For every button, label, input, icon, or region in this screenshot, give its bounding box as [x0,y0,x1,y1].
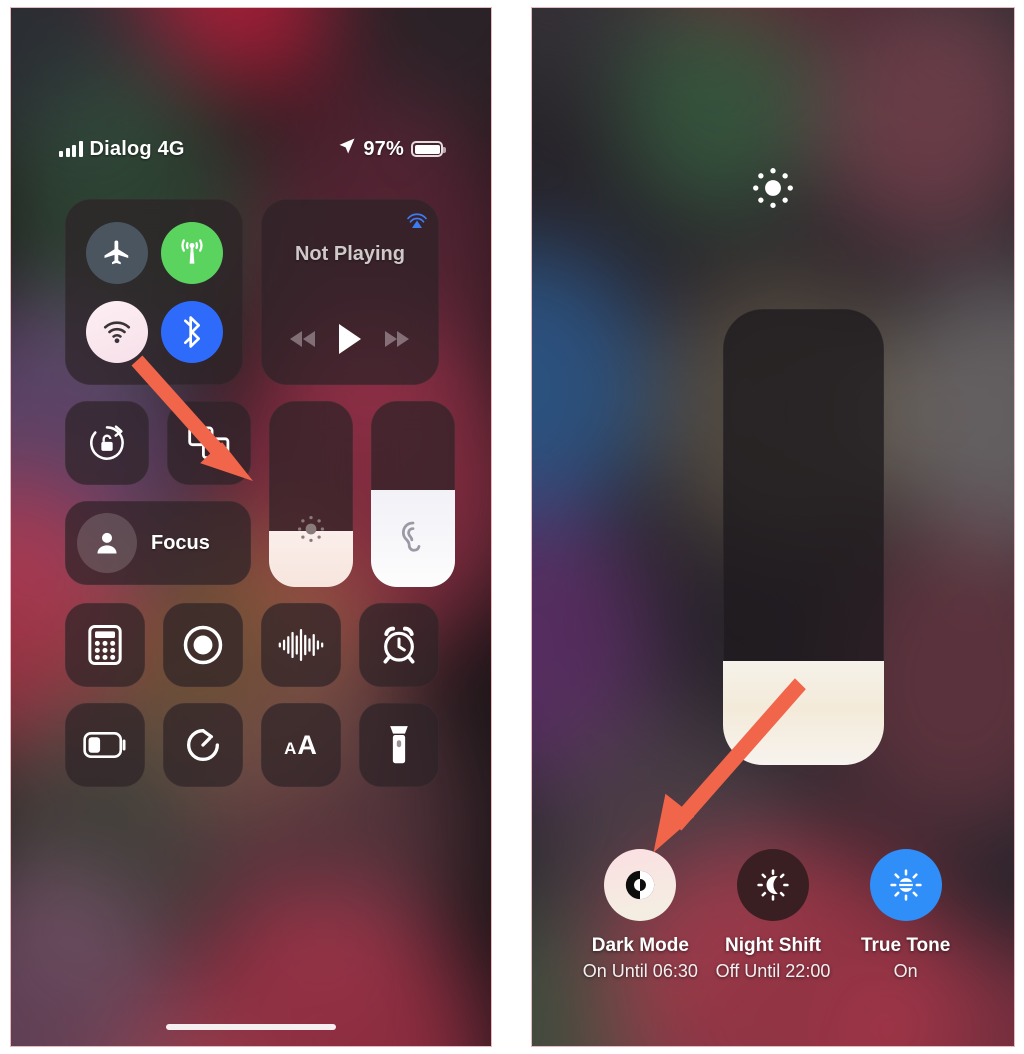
dark-mode-option[interactable]: Dark Mode On Until 06:30 [581,849,699,982]
battery-full-icon [411,141,446,157]
app-shortcuts-row-1 [65,603,439,687]
true-tone-icon[interactable] [869,849,942,921]
screenshot-stage: Dialog 4G 97% Not Playing Focus AA Dark … [0,0,1024,1054]
control-center-grid: Not Playing Focus AA [65,199,455,803]
bluetooth-icon [183,315,200,348]
calculator-tile[interactable] [65,603,145,687]
sound-recognition-tile[interactable] [261,603,341,687]
bluetooth-toggle[interactable] [160,300,223,363]
fast-forward-icon[interactable] [384,331,410,352]
left-phone-panel: Dialog 4G 97% Not Playing Focus AA [10,7,492,1047]
dark-mode-status: On Until 06:30 [582,961,698,981]
rotation-lock-icon [90,425,124,460]
airplay-audio-icon[interactable] [405,207,429,236]
rotation-lock-toggle[interactable] [65,401,149,485]
text-size-icon: AA [284,729,318,760]
status-bar: Dialog 4G 97% [11,133,491,165]
text-size-tile[interactable]: AA [261,703,341,787]
true-tone-option[interactable]: True Tone On [847,849,965,982]
battery-percent-label: 97% [363,137,404,160]
cellular-data-toggle[interactable] [160,221,223,284]
brightness-sun-icon [532,160,1014,216]
person-icon [77,513,137,573]
brightness-icon [269,511,353,547]
display-options-row: Dark Mode On Until 06:30 Night Shift Off… [532,849,1014,982]
low-power-mode-tile[interactable] [65,703,145,787]
night-shift-status: Off Until 22:00 [715,961,831,981]
alarm-tile[interactable] [359,603,439,687]
rewind-icon[interactable] [290,331,316,352]
right-phone-panel: Dark Mode On Until 06:30 Night Shift Off… [531,7,1015,1047]
flashlight-icon [390,726,408,764]
cellular-antenna-icon [180,238,203,264]
play-icon[interactable] [338,324,362,359]
night-shift-title: Night Shift [724,935,821,956]
calculator-icon [88,625,122,665]
airplane-mode-toggle[interactable] [85,221,148,284]
location-arrow-icon [338,137,356,161]
focus-label: Focus [151,531,210,554]
night-shift-option[interactable]: Night Shift Off Until 22:00 [714,849,832,982]
screen-mirroring-toggle[interactable] [167,401,251,485]
carrier-label: Dialog 4G [89,137,185,160]
airplane-icon [104,240,128,264]
dark-mode-title: Dark Mode [591,935,689,956]
screen-record-icon [183,625,223,665]
night-shift-icon[interactable] [736,849,809,921]
volume-slider[interactable] [371,401,455,587]
low-power-mode-icon [83,732,126,758]
sound-recognition-icon [278,629,324,661]
wifi-toggle[interactable] [85,300,148,363]
focus-tile[interactable]: Focus [65,501,251,585]
screen-mirroring-icon [188,426,230,460]
true-tone-status: On [893,961,918,981]
screen-record-tile[interactable] [163,603,243,687]
flashlight-tile[interactable] [359,703,439,787]
media-playback-tile[interactable]: Not Playing [261,199,439,385]
home-indicator[interactable] [166,1024,336,1030]
dark-mode-circle-icon[interactable] [604,849,677,921]
stopwatch-icon [187,729,219,761]
true-tone-title: True Tone [860,935,951,956]
expanded-brightness-slider[interactable] [723,309,884,765]
brightness-slider[interactable] [269,401,353,587]
media-title: Not Playing [294,243,405,265]
wifi-icon [103,320,130,343]
connectivity-module[interactable] [65,199,243,385]
hearing-ear-icon [371,521,455,559]
alarm-icon [383,626,415,664]
cellular-bars-icon [59,141,83,157]
stopwatch-tile[interactable] [163,703,243,787]
app-shortcuts-row-2: AA [65,703,439,787]
